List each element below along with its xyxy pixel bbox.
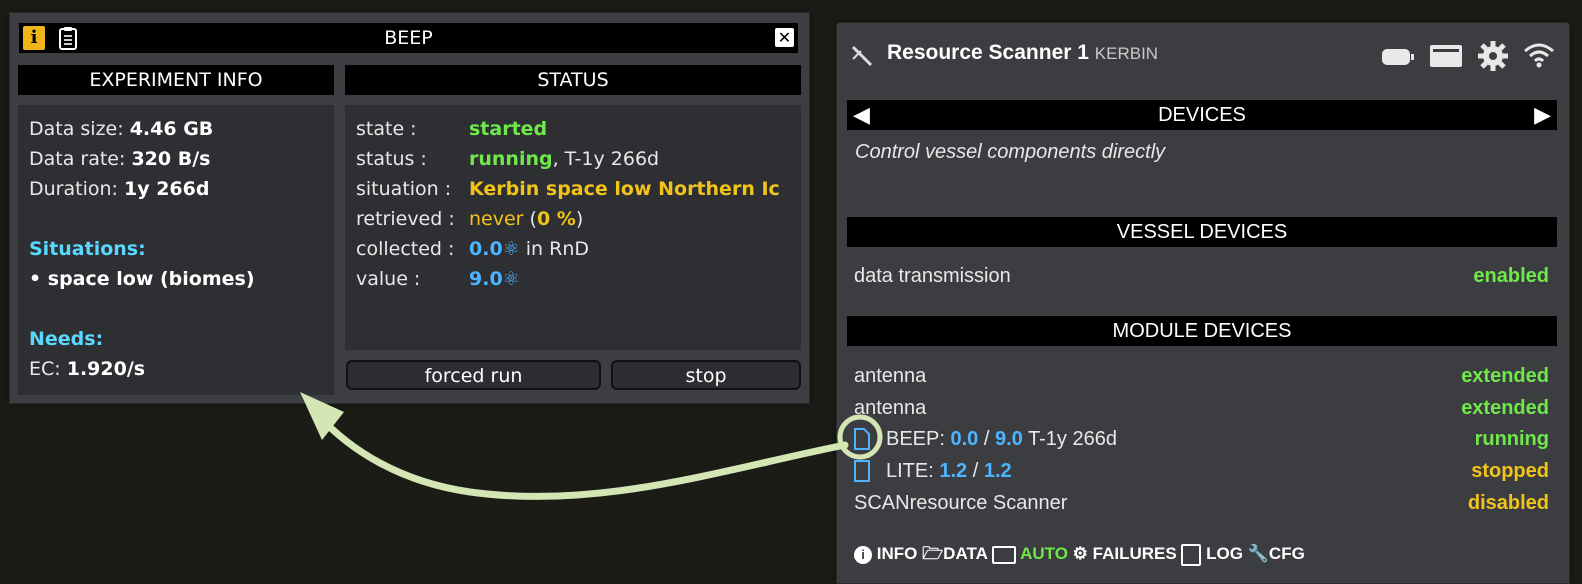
- retrieved-value: never (0 %): [469, 208, 584, 230]
- device-state[interactable]: extended: [1461, 361, 1549, 391]
- device-state[interactable]: extended: [1461, 393, 1549, 423]
- value-label: value :: [356, 268, 421, 290]
- info-tab[interactable]: i INFO: [854, 544, 917, 564]
- state-label: state :: [356, 118, 417, 140]
- experiment-info-header: EXPERIMENT INFO: [18, 65, 334, 95]
- vessel-device-row[interactable]: data transmission enabled: [854, 261, 1549, 291]
- note-icon: [1181, 543, 1202, 566]
- data-rate-line: Data rate: 320 B/s: [29, 148, 211, 170]
- terminal-icon: [991, 545, 1016, 564]
- module-row-scan[interactable]: SCANresource Scanner disabled: [854, 488, 1549, 518]
- duration-line: Duration: 1y 266d: [29, 178, 210, 200]
- scanner-title: Resource Scanner 1 KERBIN: [887, 41, 1159, 64]
- data-tab[interactable]: 🗁DATA: [922, 544, 987, 563]
- ec-line: EC: 1.920/s: [29, 358, 146, 380]
- failures-tab[interactable]: ⚙ FAILURES: [1073, 544, 1177, 563]
- stop-button[interactable]: stop: [611, 360, 801, 390]
- body-name: KERBIN: [1094, 44, 1159, 63]
- situation-item: • space low (biomes): [29, 268, 255, 290]
- forced-run-button[interactable]: forced run: [346, 360, 601, 390]
- needs-label: Needs:: [29, 328, 104, 350]
- gear-icon[interactable]: [1477, 40, 1509, 72]
- status-label: status :: [356, 148, 427, 170]
- situations-label: Situations:: [29, 238, 146, 260]
- previous-arrow-icon[interactable]: ◀: [853, 100, 870, 130]
- status-panel: state : started status : running, T-1y 2…: [345, 105, 801, 350]
- module-row-beep[interactable]: BEEP: 0.0 / 9.0 T-1y 266d running: [854, 424, 1549, 454]
- situation-value: Kerbin space low Northern Ic: [469, 178, 780, 200]
- log-tab[interactable]: LOG: [1181, 543, 1243, 566]
- device-state[interactable]: enabled: [1473, 261, 1549, 291]
- module-row-lite[interactable]: LITE: 1.2 / 1.2 stopped: [854, 456, 1549, 486]
- retrieved-label: retrieved :: [356, 208, 455, 230]
- clipboard-icon[interactable]: [58, 26, 78, 50]
- next-arrow-icon[interactable]: ▶: [1534, 100, 1551, 130]
- data-size-line: Data size: 4.46 GB: [29, 118, 214, 140]
- device-state[interactable]: running: [1475, 424, 1549, 454]
- collected-label: collected :: [356, 238, 455, 260]
- info-icon[interactable]: i: [23, 26, 45, 50]
- document-icon[interactable]: [852, 428, 872, 450]
- module-row-antenna[interactable]: antenna extended: [854, 393, 1549, 423]
- module-devices-header: MODULE DEVICES: [847, 316, 1557, 346]
- satellite-icon: [851, 45, 873, 67]
- devices-description: Control vessel components directly: [855, 141, 1166, 163]
- battery-icon[interactable]: [1381, 46, 1415, 68]
- status-header: STATUS: [345, 65, 801, 95]
- gear-small-icon: ⚙: [1072, 544, 1088, 563]
- beep-window: BEEP i ✕ EXPERIMENT INFO Data size: 4.46…: [9, 12, 810, 404]
- situation-label: situation :: [356, 178, 452, 200]
- module-row-antenna[interactable]: antenna extended: [854, 361, 1549, 391]
- wrench-icon: 🔧: [1247, 544, 1269, 563]
- beep-title: BEEP: [384, 27, 433, 49]
- status-value: running, T-1y 266d: [469, 148, 660, 170]
- science-icon: ⚛: [502, 268, 520, 290]
- close-icon[interactable]: ✕: [775, 28, 794, 47]
- folder-icon: 🗁: [922, 544, 944, 563]
- devices-header: DEVICES ◀ ▶: [847, 100, 1557, 130]
- experiment-info-panel: Data size: 4.46 GB Data rate: 320 B/s Du…: [18, 105, 334, 395]
- storage-icon[interactable]: [1429, 43, 1463, 69]
- auto-tab[interactable]: AUTO: [991, 544, 1068, 564]
- cfg-tab[interactable]: 🔧CFG: [1248, 544, 1305, 563]
- device-state[interactable]: stopped: [1471, 456, 1549, 486]
- footer-bar: i INFO 🗁DATA AUTO ⚙ FAILURES LOG 🔧CFG: [854, 541, 1305, 567]
- collected-value: 0.0⚛ in RnD: [469, 238, 589, 260]
- resource-scanner-window: Resource Scanner 1 KERBIN DEVICES ◀ ▶ Co…: [836, 22, 1570, 584]
- vessel-devices-header: VESSEL DEVICES: [847, 217, 1557, 247]
- state-value: started: [469, 118, 548, 140]
- science-icon: ⚛: [502, 238, 520, 260]
- document-icon[interactable]: [852, 460, 872, 482]
- beep-titlebar: BEEP i ✕: [19, 23, 798, 53]
- wifi-signal-icon[interactable]: [1523, 41, 1555, 69]
- science-value: 9.0⚛: [469, 268, 520, 290]
- info-circle-icon: i: [854, 546, 872, 564]
- device-state[interactable]: disabled: [1468, 488, 1549, 518]
